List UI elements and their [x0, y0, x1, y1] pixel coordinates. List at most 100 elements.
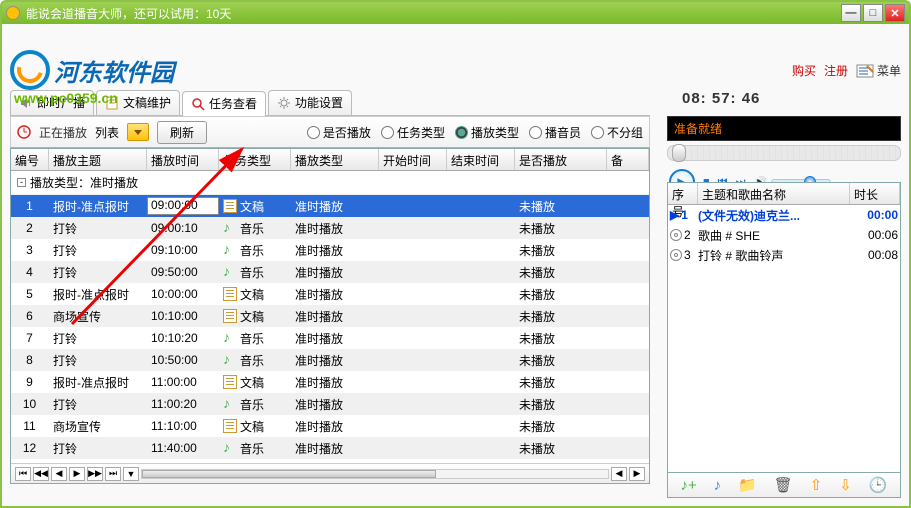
refresh-button[interactable]: 刷新: [157, 121, 207, 144]
buy-link[interactable]: 购买: [792, 62, 816, 79]
add-doc-icon[interactable]: ♪: [714, 477, 722, 494]
pl-col-name[interactable]: 主题和歌曲名称: [698, 183, 850, 204]
table-row[interactable]: 2打铃09:00:10♪音乐准时播放未播放: [11, 217, 649, 239]
table-body[interactable]: 1报时-准点报时09:00:00文稿准时播放未播放2打铃09:00:10♪音乐准…: [11, 195, 649, 467]
table-group-row[interactable]: - 播放类型：准时播放: [11, 171, 649, 195]
now-playing-label: 正在播放: [39, 124, 87, 141]
minimize-button[interactable]: —: [841, 4, 861, 22]
playlist-row[interactable]: 2歌曲 # SHE00:06: [668, 225, 900, 245]
radio-input-nogroup[interactable]: [591, 126, 604, 139]
col-tasktype[interactable]: 任务类型: [219, 149, 291, 170]
col-isplay[interactable]: 是否播放: [515, 149, 607, 170]
radio-input-announcer[interactable]: [529, 126, 542, 139]
move-down-icon[interactable]: ⇩: [839, 476, 852, 494]
table-row[interactable]: 4打铃09:50:00♪音乐准时播放未播放: [11, 261, 649, 283]
tab-bar: 即时广播 文稿维护任务查看 功能设置: [10, 90, 650, 116]
seek-knob[interactable]: [672, 144, 686, 162]
col-time[interactable]: 播放时间: [147, 149, 219, 170]
radio-nogroup[interactable]: 不分组: [591, 124, 643, 141]
play-indicator-icon: ▶: [670, 208, 679, 222]
music-icon: ♪: [223, 331, 237, 345]
nav-prev-page[interactable]: ◀◀: [33, 467, 49, 481]
add-folder-icon[interactable]: 📁: [738, 476, 757, 494]
music-icon: ♪: [223, 441, 237, 455]
playlist-body[interactable]: ▶1(文件无效)迪克兰...00:002歌曲 # SHE00:063打铃 # 歌…: [668, 205, 900, 265]
nav-next[interactable]: ▶: [69, 467, 85, 481]
table-row[interactable]: 3打铃09:10:00♪音乐准时播放未播放: [11, 239, 649, 261]
col-subject[interactable]: 播放主题: [49, 149, 147, 170]
title-bar: 能说会道播音大师，还可以试用：10天 — □ ✕: [0, 0, 911, 24]
watermark-brand: 河东软件园: [54, 53, 174, 88]
col-remark[interactable]: 备: [607, 149, 649, 170]
radio-input-playtype[interactable]: [455, 126, 468, 139]
table-row[interactable]: 11商场宣传11:10:00文稿准时播放未播放: [11, 415, 649, 437]
tab-label: 文稿维护: [123, 94, 171, 111]
radio-isplay[interactable]: 是否播放: [307, 124, 371, 141]
menu-button[interactable]: 菜单: [856, 62, 901, 79]
col-playtype[interactable]: 播放类型: [291, 149, 379, 170]
table-row[interactable]: 7打铃10:10:20♪音乐准时播放未播放: [11, 327, 649, 349]
playlist-row[interactable]: 3打铃 # 歌曲铃声00:08: [668, 245, 900, 265]
table-row[interactable]: 9报时-准点报时11:00:00文稿准时播放未播放: [11, 371, 649, 393]
collapse-icon[interactable]: -: [17, 178, 26, 187]
schedule-icon[interactable]: 🕒: [869, 476, 888, 494]
nav-last[interactable]: ⏭: [105, 467, 121, 481]
table-group-label: 播放类型：准时播放: [30, 174, 138, 191]
close-button[interactable]: ✕: [885, 4, 905, 22]
disc-icon: [670, 229, 682, 241]
notepad-icon: [856, 64, 874, 78]
table-row[interactable]: 8打铃10:50:00♪音乐准时播放未播放: [11, 349, 649, 371]
nav-scroll-left[interactable]: ◀: [611, 467, 627, 481]
doc-icon: [223, 287, 237, 301]
add-music-icon[interactable]: ♪+: [680, 477, 696, 494]
tab-label: 功能设置: [295, 94, 343, 111]
table-row[interactable]: 1报时-准点报时09:00:00文稿准时播放未播放: [11, 195, 649, 217]
radio-input-isplay[interactable]: [307, 126, 320, 139]
nav-filter[interactable]: ▼: [123, 467, 139, 481]
nav-first[interactable]: ⏮: [15, 467, 31, 481]
playlist-header: 序号 主题和歌曲名称 时长: [668, 183, 900, 205]
col-starttime[interactable]: 开始时间: [379, 149, 447, 170]
music-icon: ♪: [223, 265, 237, 279]
toolbar: 正在播放 列表 刷新 是否播放任务类型播放类型播音员不分组: [10, 116, 650, 148]
table-row[interactable]: 12打铃11:40:00♪音乐准时播放未播放: [11, 437, 649, 459]
playlist-panel: 序号 主题和歌曲名称 时长 ▶1(文件无效)迪克兰...00:002歌曲 # S…: [667, 182, 901, 478]
doc-icon: [105, 96, 119, 110]
radio-playtype[interactable]: 播放类型: [455, 124, 519, 141]
col-index[interactable]: 编号: [11, 149, 49, 170]
radio-announcer[interactable]: 播音员: [529, 124, 581, 141]
tab-tasks[interactable]: 任务查看: [182, 91, 266, 116]
disc-icon: [670, 249, 682, 261]
table-header: 编号 播放主题 播放时间 任务类型 播放类型 开始时间 结束时间 是否播放 备: [11, 149, 649, 171]
search-icon: [191, 97, 205, 111]
tab-settings[interactable]: 功能设置: [268, 90, 352, 115]
radio-input-tasktype[interactable]: [381, 126, 394, 139]
delete-icon[interactable]: 🗑: [774, 476, 793, 494]
nav-prev[interactable]: ◀: [51, 467, 67, 481]
col-endtime[interactable]: 结束时间: [447, 149, 515, 170]
nav-scroll-right[interactable]: ▶: [629, 467, 645, 481]
seek-bar[interactable]: [667, 145, 901, 161]
playlist-toolbar: ♪+ ♪ 📁 🗑 ⇧ ⇩ 🕒: [667, 472, 901, 498]
speaker-icon: [19, 96, 33, 110]
table-row[interactable]: 10打铃11:00:20♪音乐准时播放未播放: [11, 393, 649, 415]
move-up-icon[interactable]: ⇧: [810, 476, 823, 494]
gear-icon: [277, 96, 291, 110]
tab-docs[interactable]: 文稿维护: [96, 90, 180, 115]
tab-instant[interactable]: 即时广播: [10, 90, 94, 115]
music-icon: ♪: [223, 243, 237, 257]
schedule-table: 编号 播放主题 播放时间 任务类型 播放类型 开始时间 结束时间 是否播放 备 …: [10, 148, 650, 484]
horizontal-scrollbar[interactable]: [141, 469, 609, 479]
radio-tasktype[interactable]: 任务类型: [381, 124, 445, 141]
playlist-row[interactable]: ▶1(文件无效)迪克兰...00:00: [668, 205, 900, 225]
table-row[interactable]: 5报时-准点报时10:00:00文稿准时播放未播放: [11, 283, 649, 305]
table-row[interactable]: 6商场宣传10:10:00文稿准时播放未播放: [11, 305, 649, 327]
list-dropdown[interactable]: [127, 123, 149, 141]
nav-next-page[interactable]: ▶▶: [87, 467, 103, 481]
watermark-logo-icon: [10, 50, 50, 90]
pl-col-duration[interactable]: 时长: [850, 183, 900, 204]
maximize-button[interactable]: □: [863, 4, 883, 22]
register-link[interactable]: 注册: [824, 62, 848, 79]
music-icon: ♪: [223, 397, 237, 411]
pl-col-index[interactable]: 序号: [668, 183, 698, 204]
